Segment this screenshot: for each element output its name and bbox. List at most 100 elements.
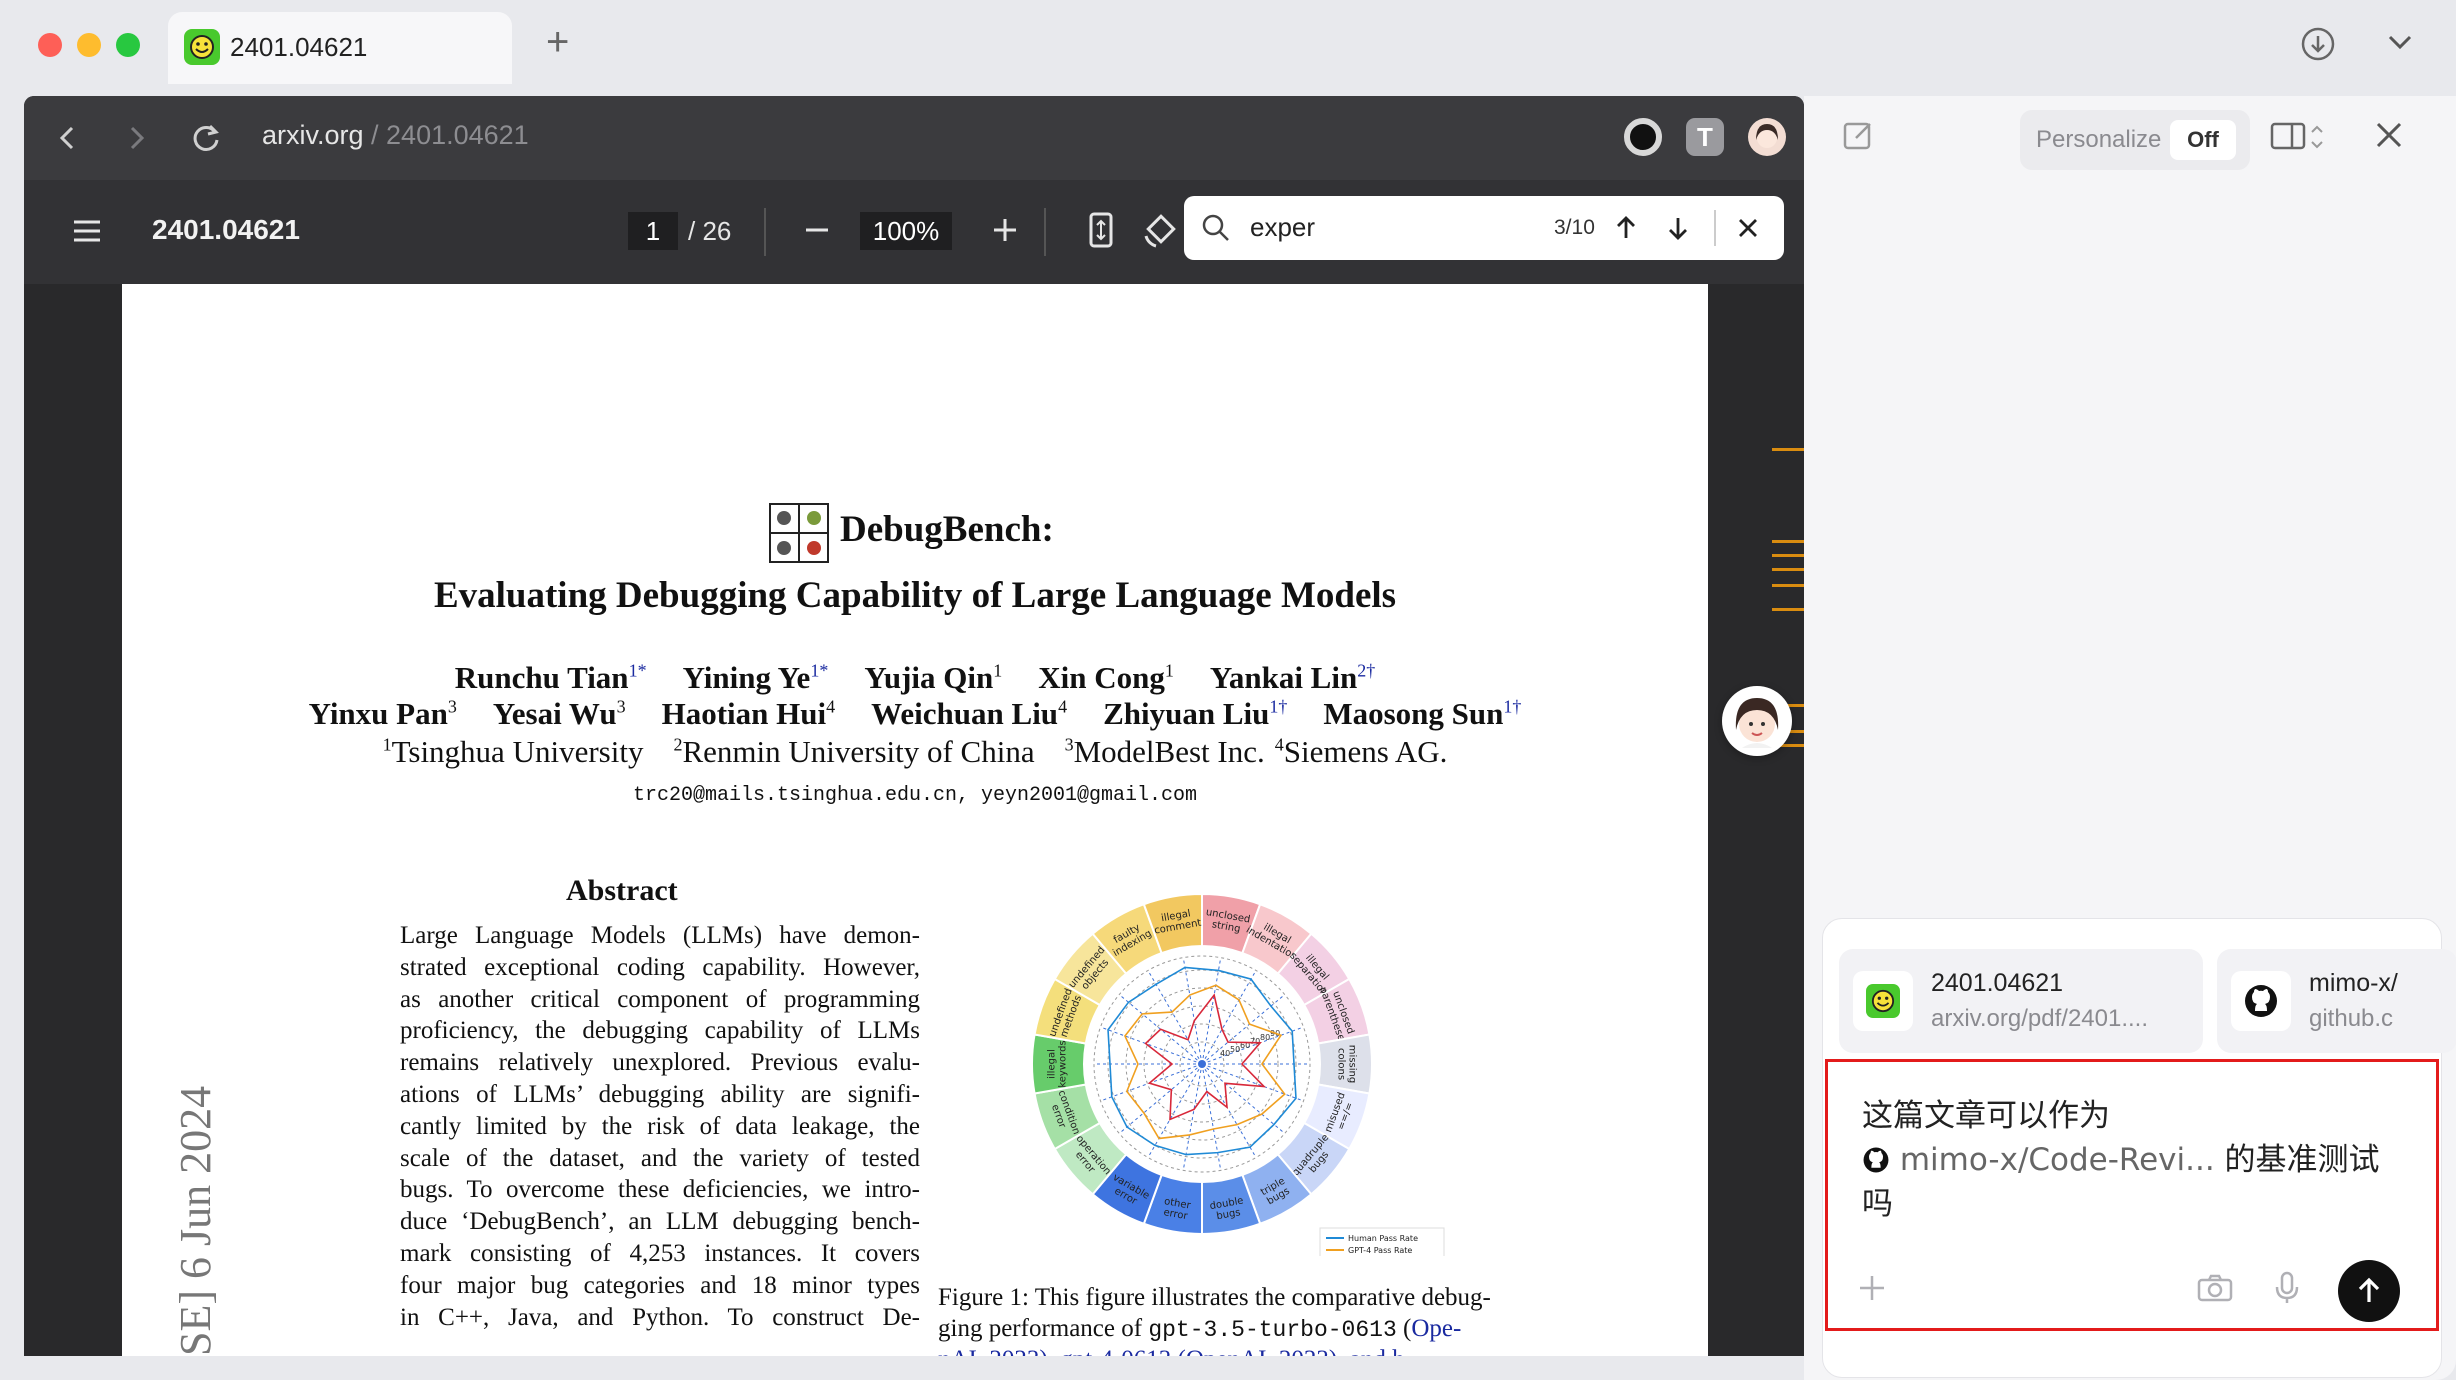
author-superscript: 1	[1164, 660, 1174, 681]
paper-title-line1: DebugBench:	[840, 509, 1054, 550]
close-window-button[interactable]	[38, 33, 62, 57]
tab-active[interactable]: 2401.04621	[168, 12, 512, 84]
radar-legend-label: GPT-4 Pass Rate	[1348, 1246, 1412, 1255]
author-superscript: 2†	[1357, 660, 1376, 681]
emails: trc20@mails.tsinghua.edu.cn, yeyn2001@gm…	[632, 784, 1198, 807]
author: Weichuan Liu4	[871, 696, 1067, 731]
close-panel-icon[interactable]	[2372, 118, 2406, 157]
sidebar-layout-icon[interactable]	[2270, 120, 2326, 159]
debugbench-logo-icon	[768, 502, 830, 569]
search-hit-marker[interactable]	[1772, 554, 1804, 557]
minimize-window-button[interactable]	[77, 33, 101, 57]
radar-tick-label: 40	[1220, 1049, 1230, 1058]
record-extension-icon[interactable]	[1624, 118, 1662, 156]
radar-category-label: colons	[1336, 1048, 1347, 1080]
author: Zhiyuan Liu1†	[1103, 696, 1287, 731]
affiliations: 1Tsinghua University 2Renmin University o…	[122, 734, 1708, 770]
assistant-avatar[interactable]	[1722, 686, 1792, 756]
radar-center	[1198, 1060, 1206, 1068]
personalize-state[interactable]: Off	[2170, 120, 2236, 160]
add-attachment-icon[interactable]	[1856, 1272, 1888, 1309]
radar-figure: unclosed string illegal indentation illegal s…	[1030, 876, 1450, 1273]
affiliation-superscript: 1	[382, 734, 392, 755]
reload-icon[interactable]	[188, 120, 224, 161]
search-input[interactable]: exper	[1250, 212, 1315, 243]
page-number-input[interactable]: 1	[628, 212, 678, 250]
next-match-icon[interactable]	[1662, 212, 1694, 249]
search-hit-marker[interactable]	[1772, 608, 1804, 611]
card-title: 2401.04621	[1931, 969, 2064, 997]
page-total: / 26	[688, 216, 732, 246]
author-name: Yinxu Pan	[308, 696, 448, 731]
caption-text: (	[1396, 1315, 1412, 1342]
chevron-down-icon[interactable]	[2384, 30, 2416, 59]
affiliation-superscript: 3	[1064, 734, 1074, 755]
menu-icon[interactable]	[70, 216, 104, 251]
affiliation-name: Renmin University of China	[682, 734, 1035, 769]
author-name: Yujia Qin	[864, 660, 994, 695]
radar-category-label: missing	[1347, 1045, 1358, 1083]
divider	[764, 208, 766, 256]
chat-composer: 2401.04621 arxiv.org/pdf/2401.... mimo-x…	[1822, 918, 2456, 1378]
affiliation: 4Siemens AG.	[1275, 734, 1448, 769]
abstract-line: four major bug categories and 18 minor t…	[400, 1271, 920, 1299]
forward-icon[interactable]	[122, 120, 152, 161]
close-find-icon[interactable]	[1732, 212, 1764, 249]
figure-caption-line1: Figure 1: This figure illustrates the co…	[938, 1284, 1491, 1311]
personalize-toggle[interactable]: Personalize Off	[2020, 110, 2250, 170]
fit-page-icon[interactable]	[1086, 210, 1116, 255]
caption-link[interactable]: Ope-	[1411, 1315, 1461, 1342]
text-extension-icon[interactable]: T	[1686, 118, 1724, 156]
author: Yesai Wu3	[493, 696, 626, 731]
search-hit-marker[interactable]	[1772, 540, 1804, 543]
abstract-line: duce ‘DebugBench’, an LLM debugging benc…	[400, 1208, 920, 1236]
author-superscript: 1†	[1503, 696, 1522, 717]
message-suffix: 的基准测试	[2214, 1142, 2380, 1178]
new-chat-icon[interactable]	[1840, 116, 1878, 159]
search-hit-marker[interactable]	[1772, 584, 1804, 587]
author-name: Xin Cong	[1038, 660, 1165, 695]
message-input[interactable]: 这篇文章可以作为 mimo-x/Code-Revi... 的基准测试 吗	[1825, 1059, 2439, 1331]
rotate-icon[interactable]	[1142, 210, 1182, 255]
divider	[1044, 208, 1046, 256]
abstract-line: proficiency, the debugging capability of…	[400, 1017, 920, 1045]
context-card-pdf[interactable]: 2401.04621 arxiv.org/pdf/2401....	[1839, 949, 2203, 1053]
pdf-viewer[interactable]: DebugBench: Evaluating Debugging Capabil…	[24, 284, 1804, 1356]
divider	[1714, 210, 1716, 246]
abstract-line: remains relatively unexplored. Previous …	[400, 1049, 920, 1077]
zoom-in-icon[interactable]	[988, 213, 1022, 252]
abstract-line: ations of LLMs’ debugging ability are si…	[400, 1080, 920, 1108]
author: Yinxu Pan3	[309, 696, 457, 731]
previous-match-icon[interactable]	[1610, 212, 1642, 249]
avatar-extension-icon[interactable]	[1748, 118, 1786, 156]
search-hit-marker[interactable]	[1772, 448, 1804, 451]
search-icon	[1200, 212, 1232, 249]
message-text[interactable]: 这篇文章可以作为 mimo-x/Code-Revi... 的基准测试 吗	[1862, 1094, 2402, 1226]
author-superscript: 1*	[810, 660, 829, 681]
authors-row-2: Yinxu Pan3 Yesai Wu3 Haotian Hui4 Weichuan …	[122, 696, 1708, 732]
arrow-up-icon	[2358, 1277, 2380, 1302]
repo-reference-chip[interactable]: mimo-x/Code-Revi...	[1862, 1142, 2215, 1178]
zoom-out-icon[interactable]	[800, 213, 834, 252]
download-icon[interactable]	[2300, 26, 2336, 67]
camera-icon[interactable]	[2196, 1272, 2234, 1309]
affiliation-name: Siemens AG.	[1283, 734, 1448, 769]
back-icon[interactable]	[52, 120, 82, 161]
send-button[interactable]	[2338, 1260, 2400, 1322]
smiley-favicon-icon	[184, 29, 220, 65]
zoom-window-button[interactable]	[116, 33, 140, 57]
zoom-level-input[interactable]: 100%	[860, 212, 952, 250]
url-text[interactable]: arxiv.org / 2401.04621	[262, 120, 529, 151]
author-superscript: 3	[447, 696, 457, 717]
author-name: Runchu Tian	[454, 660, 629, 695]
radar-legend-label: Human Pass Rate	[1348, 1234, 1418, 1243]
microphone-icon[interactable]	[2272, 1270, 2302, 1311]
search-hit-marker[interactable]	[1772, 568, 1804, 571]
author: Maosong Sun1†	[1323, 696, 1521, 731]
context-card-github[interactable]: mimo-x/ github.c	[2217, 949, 2456, 1053]
tab-title: 2401.04621	[230, 32, 368, 62]
new-tab-button[interactable]: +	[546, 20, 569, 65]
pdf-title: 2401.04621	[152, 214, 300, 245]
author-name: Maosong Sun	[1323, 696, 1504, 731]
author-superscript: 1	[993, 660, 1003, 681]
